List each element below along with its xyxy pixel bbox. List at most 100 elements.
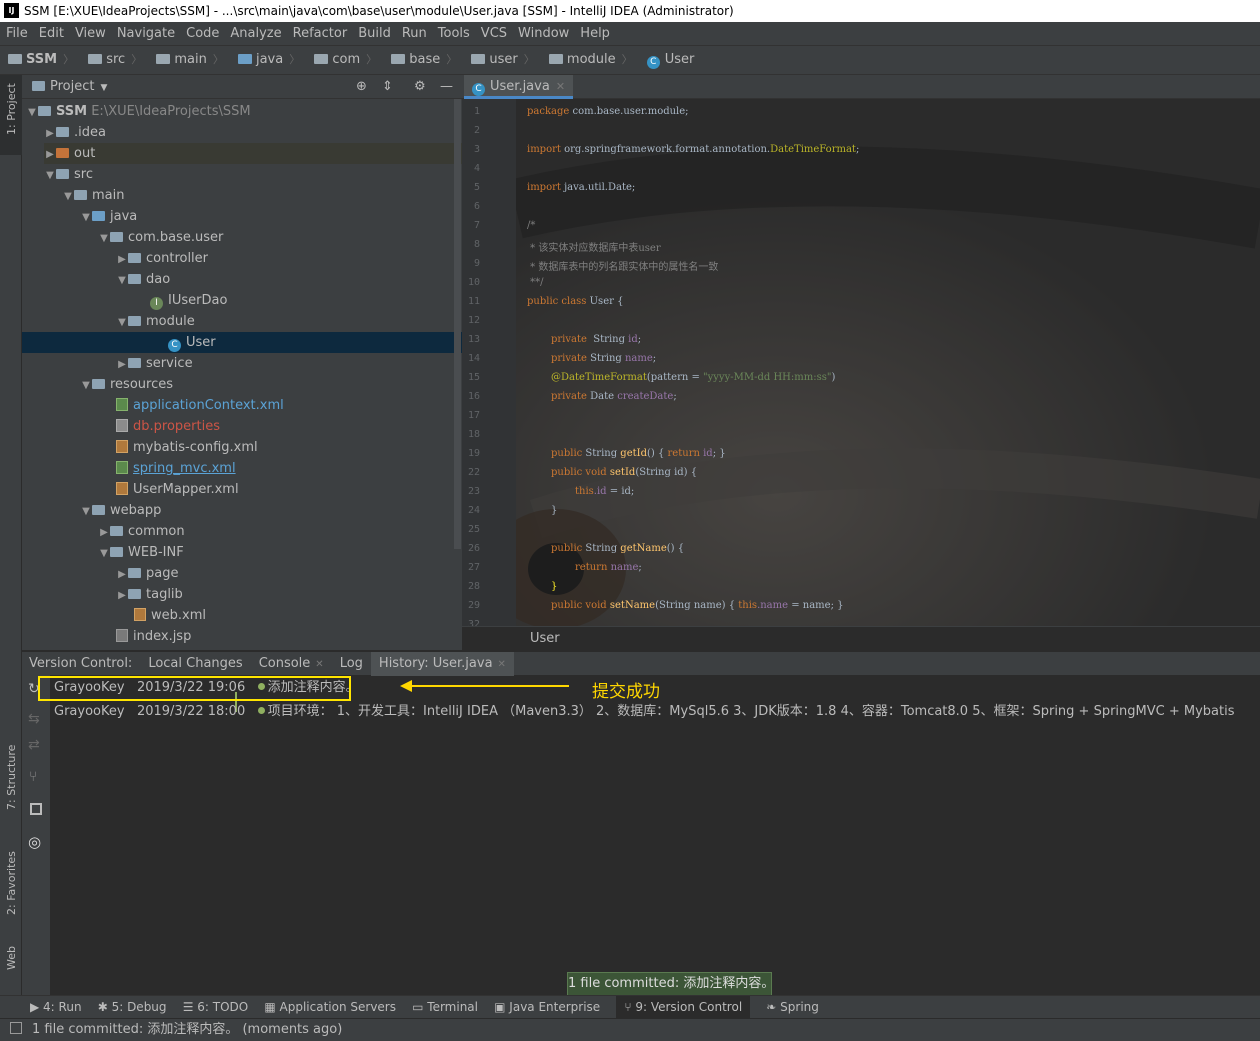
menu-vcs[interactable]: VCS: [475, 22, 512, 45]
tree-node-webapp[interactable]: ▼ webapp: [80, 500, 161, 521]
collapse-all-icon[interactable]: ⇕: [382, 75, 393, 99]
crumb-main[interactable]: main: [174, 46, 206, 74]
code-line-11[interactable]: public class User {: [527, 296, 623, 307]
project-view-title[interactable]: Project: [50, 79, 94, 94]
code-line-1[interactable]: package com.base.user.module;: [527, 106, 689, 117]
close-icon[interactable]: ✕: [556, 80, 565, 93]
tree-node-index-jsp[interactable]: index.jsp: [116, 626, 191, 647]
code-line-5[interactable]: import java.util.Date;: [527, 182, 635, 193]
github-icon[interactable]: ◎: [28, 833, 41, 851]
tree-node-usermapper[interactable]: UserMapper.xml: [116, 479, 239, 500]
tree-node-module[interactable]: ▼ module: [116, 311, 195, 332]
crumb-base[interactable]: base: [409, 46, 440, 74]
code-line-14[interactable]: private String name;: [551, 353, 656, 364]
code-line-28[interactable]: }: [551, 581, 557, 592]
menu-analyze[interactable]: Analyze: [224, 22, 286, 45]
hide-icon[interactable]: —: [440, 75, 453, 99]
tab-favorites-vertical[interactable]: 2: Favorites: [0, 835, 22, 930]
tab-local-changes[interactable]: Local Changes: [140, 652, 250, 675]
crumb-user[interactable]: user: [489, 46, 517, 74]
code-line-27[interactable]: return name;: [575, 562, 642, 573]
tool-java-enterprise[interactable]: ▣ Java Enterprise: [494, 996, 600, 1019]
tree-node-applicationcontext[interactable]: applicationContext.xml: [116, 395, 284, 416]
menu-file[interactable]: File: [0, 22, 33, 45]
code-line-24[interactable]: }: [551, 505, 557, 516]
code-line-29[interactable]: public void setName(String name) { this.…: [551, 600, 844, 611]
menu-navigate[interactable]: Navigate: [111, 22, 180, 45]
branch-icon[interactable]: ⑂: [29, 769, 37, 785]
tree-node-page[interactable]: ▶ page: [116, 563, 178, 584]
editor-breadcrumb-user[interactable]: User: [530, 631, 560, 646]
crumb-java[interactable]: java: [256, 46, 283, 74]
project-scrollbar[interactable]: [454, 99, 461, 549]
menu-window[interactable]: Window: [512, 22, 574, 45]
tree-node-dao[interactable]: ▼ dao: [116, 269, 170, 290]
menu-help[interactable]: Help: [574, 22, 615, 45]
code-line-3[interactable]: import org.springframework.format.annota…: [527, 144, 859, 155]
crumb-module[interactable]: module: [567, 46, 616, 74]
tree-node-service[interactable]: ▶ service: [116, 353, 192, 374]
tree-node-db-properties[interactable]: db.properties: [116, 416, 220, 437]
tree-node-controller[interactable]: ▶ controller: [116, 248, 208, 269]
menu-view[interactable]: View: [69, 22, 111, 45]
tab-structure-vertical[interactable]: 7: Structure: [0, 735, 22, 825]
menu-build[interactable]: Build: [352, 22, 396, 45]
tool-spring[interactable]: ❧ Spring: [766, 996, 819, 1019]
status-toggle-icon[interactable]: [10, 1022, 22, 1034]
tool-terminal[interactable]: ▭ Terminal: [412, 996, 478, 1019]
menu-run[interactable]: Run: [396, 22, 432, 45]
notification-balloon[interactable]: 1 file committed: 添加注释内容。: [567, 972, 774, 996]
tab-log[interactable]: Log: [332, 652, 371, 675]
gear-icon[interactable]: ⚙: [414, 75, 426, 99]
tree-node-common[interactable]: ▶ common: [98, 521, 184, 542]
tree-node-out[interactable]: ▶ out: [44, 143, 462, 164]
tree-node-ssm[interactable]: ▼ SSM E:\XUE\IdeaProjects\SSM: [26, 101, 250, 122]
tool-version-control[interactable]: ⑂ 9: Version Control: [616, 996, 751, 1019]
menu-refactor[interactable]: Refactor: [287, 22, 353, 45]
code-line-16[interactable]: private Date createDate;: [551, 391, 677, 402]
tab-web-vertical[interactable]: Web: [0, 935, 22, 995]
tool-run[interactable]: ▶ 4: Run: [30, 996, 82, 1019]
code-line-8[interactable]: * 该实体对应数据库中表user: [527, 239, 660, 254]
chevron-down-icon[interactable]: ▼: [100, 83, 107, 93]
tree-node-resources[interactable]: ▼ resources: [80, 374, 173, 395]
menu-tools[interactable]: Tools: [432, 22, 475, 45]
tool-todo[interactable]: ☰ 6: TODO: [183, 996, 249, 1019]
code-line-10[interactable]: **/: [527, 277, 543, 288]
code-line-15[interactable]: @DateTimeFormat(pattern = "yyyy-MM-dd HH…: [551, 372, 835, 383]
tree-node-idea[interactable]: ▶ .idea: [44, 122, 106, 143]
code-line-13[interactable]: private String id;: [551, 334, 641, 345]
code-line-22[interactable]: public void setId(String id) {: [551, 467, 697, 478]
menu-edit[interactable]: Edit: [33, 22, 69, 45]
commit-row-2[interactable]: GrayooKey 2019/3/22 18:00 项目环境： 1、开发工具：I…: [54, 702, 1235, 722]
locate-icon[interactable]: ⊕: [356, 75, 367, 99]
crumb-user-class[interactable]: User: [665, 46, 695, 74]
crumb-com[interactable]: com: [332, 46, 360, 74]
code-line-9[interactable]: * 数据库表中的列名跟实体中的属性名一致: [527, 258, 718, 273]
code-line-23[interactable]: this.id = id;: [575, 486, 634, 497]
tab-history-user-java[interactable]: History: User.java ✕: [370, 652, 514, 676]
editor-tab-user-java[interactable]: C User.java ✕: [464, 75, 574, 99]
tree-node-mybatis-config[interactable]: mybatis-config.xml: [116, 437, 258, 458]
code-line-19[interactable]: public String getId() { return id; }: [551, 448, 726, 459]
tree-node-spring-mvc[interactable]: spring_mvc.xml: [116, 458, 236, 479]
diff-icon[interactable]: ⇄: [28, 737, 40, 753]
tab-project-vertical[interactable]: 1: Project: [0, 75, 22, 155]
tree-node-java[interactable]: ▼ java: [80, 206, 137, 227]
tree-node-web-xml[interactable]: web.xml: [134, 605, 206, 626]
tool-application-servers[interactable]: ▦ Application Servers: [264, 996, 396, 1019]
tree-node-web-inf[interactable]: ▼ WEB-INF: [98, 542, 184, 563]
tree-node-taglib[interactable]: ▶ taglib: [116, 584, 183, 605]
code-line-7[interactable]: /*: [527, 220, 535, 231]
crumb-ssm[interactable]: SSM: [26, 46, 57, 74]
save-icon[interactable]: [30, 803, 42, 815]
tab-console[interactable]: Console ✕: [251, 652, 332, 676]
tool-debug[interactable]: ✱ 5: Debug: [98, 996, 167, 1019]
crumb-src[interactable]: src: [106, 46, 125, 74]
menu-code[interactable]: Code: [180, 22, 224, 45]
compare-icon[interactable]: ⇆: [28, 711, 40, 727]
tree-node-main[interactable]: ▼ main: [62, 185, 124, 206]
code-line-26[interactable]: public String getName() {: [551, 543, 684, 554]
tree-node-com-base-user[interactable]: ▼ com.base.user: [98, 227, 223, 248]
tree-node-user[interactable]: C User: [22, 332, 462, 353]
